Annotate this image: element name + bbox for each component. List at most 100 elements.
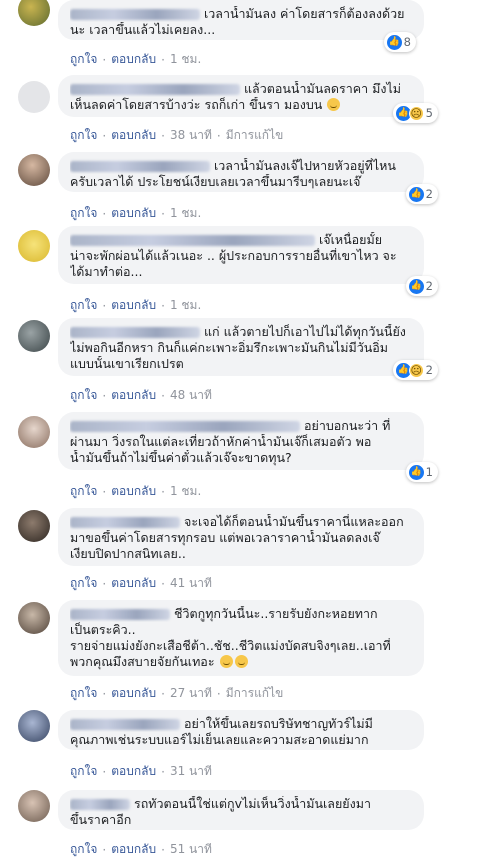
- like-button[interactable]: ถูกใจ: [70, 126, 97, 145]
- avatar[interactable]: [18, 416, 50, 448]
- timestamp[interactable]: 38 นาที: [170, 126, 212, 145]
- reply-button[interactable]: ตอบกลับ: [111, 50, 156, 69]
- comment-text: แบบนั้นเขาเรียกเปรต: [70, 356, 184, 371]
- comment-bubble: แล้วตอนน้ำมันลดราคา มึงไม่ เห็นลดค่าโดยส…: [58, 75, 438, 123]
- comment-text: ขึ้นราคาอีก: [70, 812, 132, 827]
- commenter-name[interactable]: [70, 719, 180, 730]
- avatar[interactable]: [18, 510, 50, 542]
- comment-text: พวกคุณมึงสบายจัยกันเทอะ: [70, 654, 412, 670]
- comment-bubble: เจ๊เหนื่อยมั้ย น่าจะพักผ่อนได้แล้วเนอะ .…: [58, 226, 438, 296]
- timestamp[interactable]: 1 ชม.: [170, 296, 201, 315]
- comment-text: นะ เวลาขึ้นแล้วไม่เคยลง...: [70, 22, 216, 37]
- like-button[interactable]: ถูกใจ: [70, 482, 97, 501]
- timestamp[interactable]: 1 ชม.: [170, 482, 201, 501]
- reaction-count[interactable]: 👍 2: [405, 276, 438, 296]
- comment-text: รถทัวตอนนี้ใช่แต่กูvไม่เห็นวิ่งน้ำมันเลย…: [134, 796, 371, 811]
- avatar[interactable]: [18, 320, 50, 352]
- timestamp[interactable]: 1 ชม.: [170, 50, 201, 69]
- timestamp[interactable]: 31 นาที: [170, 762, 212, 781]
- comment-text: เวลาน้ำมันลง ค่าโดยสารก็ต้องลงด้วย: [204, 6, 405, 21]
- timestamp[interactable]: 1 ชม.: [170, 204, 201, 223]
- avatar[interactable]: [18, 81, 50, 113]
- reaction-count[interactable]: 👍 2: [405, 184, 438, 204]
- reaction-count[interactable]: 👍 ☹ 5: [392, 103, 438, 123]
- like-button[interactable]: ถูกใจ: [70, 204, 97, 223]
- reaction-count[interactable]: 👍 8: [383, 32, 416, 52]
- like-reaction-icon: 👍: [408, 464, 424, 480]
- comment-bubble: ชีวิตกูทุกวันนี้นะ..รายรับยังกะหอยทาก เป…: [58, 600, 424, 676]
- comment-bubble: จะเจอได้ก็ตอนน้ำมันขึ้นราคานี่แหละออก มา…: [58, 508, 424, 566]
- avatar[interactable]: [18, 230, 50, 262]
- comment-bubble: เวลาน้ำมันลง ค่าโดยสารก็ต้องลงด้วย นะ เว…: [58, 0, 424, 52]
- comment-bubble: อย่าให้ขึ้นเลยรถบริษัทชาญทัวร์ไม่มี คุณภ…: [58, 710, 424, 750]
- edited-label[interactable]: มีการแก้ไข: [226, 684, 284, 703]
- comment-actions: ถูกใจ · ตอบกลับ · 1 ชม.: [70, 50, 201, 69]
- timestamp[interactable]: 27 นาที: [170, 684, 212, 703]
- timestamp[interactable]: 41 นาที: [170, 574, 212, 593]
- reply-button[interactable]: ตอบกลับ: [111, 386, 156, 405]
- avatar[interactable]: [18, 790, 50, 822]
- commenter-name[interactable]: [70, 161, 210, 172]
- comment-actions: ถูกใจ · ตอบกลับ · 1 ชม.: [70, 482, 201, 501]
- like-button[interactable]: ถูกใจ: [70, 50, 97, 69]
- comment-text: เป็นตระคิว..: [70, 622, 136, 637]
- sad-reaction-icon: ☹: [408, 105, 424, 121]
- timestamp[interactable]: 51 นาที: [170, 840, 212, 859]
- timestamp[interactable]: 48 นาที: [170, 386, 212, 405]
- commenter-name[interactable]: [70, 799, 130, 810]
- avatar[interactable]: [18, 154, 50, 186]
- comment-text: เห็นลดค่าโดยสารบ้างว่ะ รถก็เก่า ขึ้นรา ม…: [70, 97, 412, 113]
- comment-actions: ถูกใจ · ตอบกลับ · 38 นาที · มีการแก้ไข: [70, 126, 283, 145]
- comment-text: ไม่พอกินอีกหรา กินก็แค่กะเพาะอิ่มรึกะเพา…: [70, 340, 388, 355]
- comment-text: ครับเวลาได้ ประโยชน์เงียบเลยเวลาขึ้นมารี…: [70, 174, 361, 189]
- like-button[interactable]: ถูกใจ: [70, 762, 97, 781]
- comment-actions: ถูกใจ · ตอบกลับ · 51 นาที: [70, 840, 212, 859]
- comment-text: อย่าให้ขึ้นเลยรถบริษัทชาญทัวร์ไม่มี: [184, 716, 373, 731]
- comment-text: แล้วตอนน้ำมันลดราคา มึงไม่: [244, 81, 401, 96]
- like-button[interactable]: ถูกใจ: [70, 386, 97, 405]
- commenter-name[interactable]: [70, 327, 200, 338]
- reply-button[interactable]: ตอบกลับ: [111, 296, 156, 315]
- like-button[interactable]: ถูกใจ: [70, 574, 97, 593]
- comment-bubble: อย่าบอกนะว่า ที่ ผ่านมา วิ่งรถในแต่ละเที…: [58, 412, 438, 482]
- comment-actions: ถูกใจ · ตอบกลับ · 1 ชม.: [70, 204, 201, 223]
- reply-button[interactable]: ตอบกลับ: [111, 204, 156, 223]
- like-button[interactable]: ถูกใจ: [70, 840, 97, 859]
- reply-button[interactable]: ตอบกลับ: [111, 482, 156, 501]
- reply-button[interactable]: ตอบกลับ: [111, 762, 156, 781]
- sad-reaction-icon: ☹: [408, 362, 424, 378]
- like-reaction-icon: 👍: [408, 186, 424, 202]
- comment-text: เวลาน้ำมันลงเจ๊ไปหายหัวอยู่ที่ไหน: [214, 158, 396, 173]
- comment-text: มาขอขึ้นค่าโดยสารทุกรอบ แต่พอเวลาราคาน้ำ…: [70, 530, 380, 545]
- comment-bubble: แก่ แล้วตายไปก็เอาไปไม่ได้ทุกวันนี้ยัง ไ…: [58, 318, 438, 380]
- commenter-name[interactable]: [70, 235, 315, 246]
- reply-button[interactable]: ตอบกลับ: [111, 126, 156, 145]
- commenter-name[interactable]: [70, 609, 170, 620]
- commenter-name[interactable]: [70, 421, 300, 432]
- commenter-name[interactable]: [70, 9, 200, 20]
- reaction-count[interactable]: 👍 ☹ 2: [392, 360, 438, 380]
- comment-actions: ถูกใจ · ตอบกลับ · 48 นาที: [70, 386, 212, 405]
- avatar[interactable]: [18, 710, 50, 742]
- reaction-count[interactable]: 👍 1: [405, 462, 438, 482]
- comment-text: จะเจอได้ก็ตอนน้ำมันขึ้นราคานี่แหละออก: [184, 514, 404, 529]
- comment-text: เงียบปิดปากสนิทเลย..: [70, 546, 186, 561]
- like-button[interactable]: ถูกใจ: [70, 684, 97, 703]
- reply-button[interactable]: ตอบกลับ: [111, 684, 156, 703]
- comment-bubble: รถทัวตอนนี้ใช่แต่กูvไม่เห็นวิ่งน้ำมันเลย…: [58, 790, 424, 830]
- relieved-emoji-icon: [234, 655, 248, 668]
- edited-label[interactable]: มีการแก้ไข: [226, 126, 284, 145]
- relieved-emoji-icon: [219, 655, 233, 668]
- reply-button[interactable]: ตอบกลับ: [111, 840, 156, 859]
- eye-roll-emoji-icon: [327, 98, 341, 111]
- comment-text: คุณภาพเช่นระบบแอร์ไม่เย็นเลยและความสะอาด…: [70, 732, 369, 747]
- reply-button[interactable]: ตอบกลับ: [111, 574, 156, 593]
- avatar[interactable]: [18, 0, 50, 26]
- like-reaction-icon: 👍: [386, 34, 402, 50]
- comment-bubble: เวลาน้ำมันลงเจ๊ไปหายหัวอยู่ที่ไหน ครับเว…: [58, 152, 438, 204]
- avatar[interactable]: [18, 602, 50, 634]
- like-button[interactable]: ถูกใจ: [70, 296, 97, 315]
- commenter-name[interactable]: [70, 517, 180, 528]
- comment-text: ผ่านมา วิ่งรถในแต่ละเที่ยวถ้าหักค่าน้ำมั…: [70, 434, 372, 449]
- commenter-name[interactable]: [70, 84, 240, 95]
